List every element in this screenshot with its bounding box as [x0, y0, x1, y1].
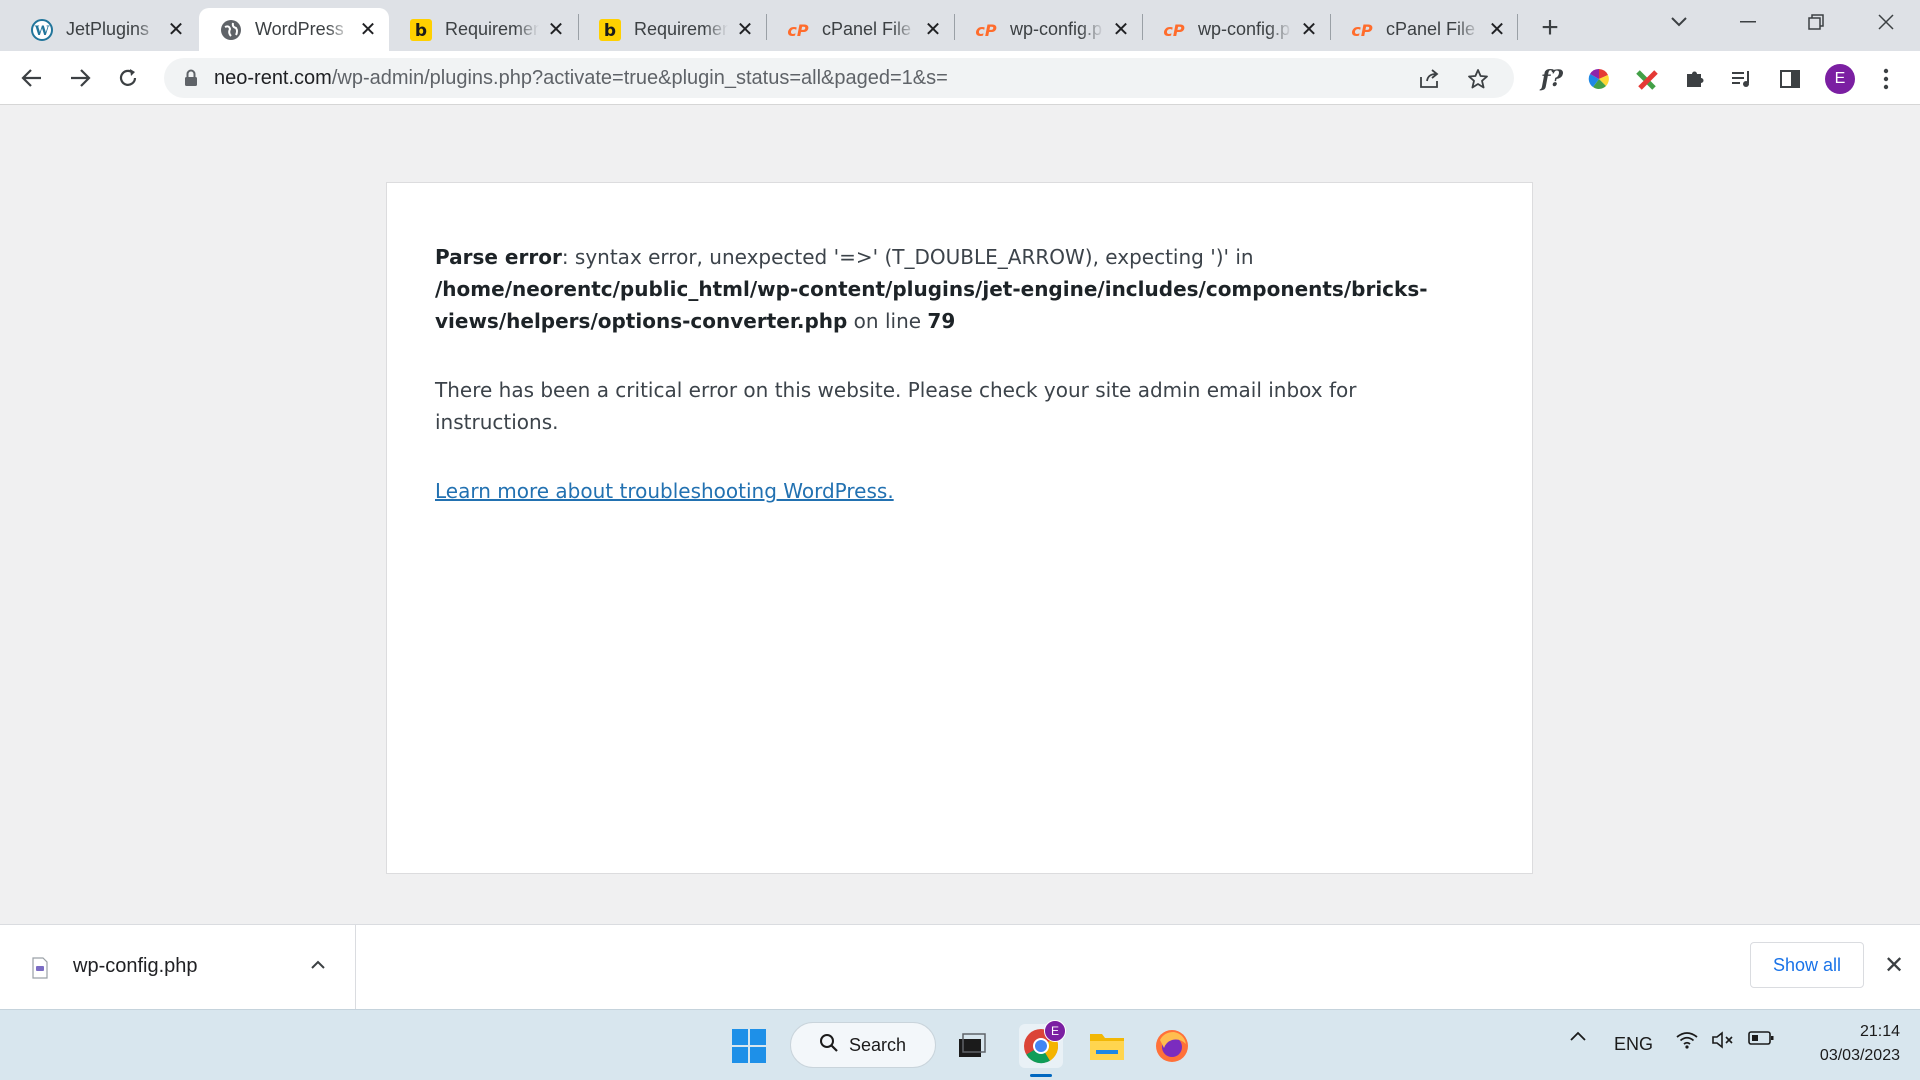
- svg-text:b: b: [415, 21, 427, 41]
- windows-taskbar: Search E ENG 21:14 03/03/2023: [0, 1009, 1920, 1080]
- close-tab-icon[interactable]: ✕: [545, 19, 567, 41]
- tab-cpanel-file-2[interactable]: cP cPanel File ✕: [1330, 8, 1518, 51]
- error-message-box: Parse error: syntax error, unexpected '=…: [386, 182, 1533, 874]
- download-bar: wp-config.php Show all ✕: [0, 924, 1920, 1009]
- tab-title: Requiremen: [634, 19, 728, 39]
- file-explorer-icon[interactable]: [1085, 1024, 1129, 1068]
- close-tab-icon[interactable]: ✕: [1486, 19, 1508, 41]
- critical-error-message: There has been a critical error on this …: [435, 378, 1357, 434]
- tab-search-chevron-icon[interactable]: [1659, 6, 1699, 38]
- close-tab-icon[interactable]: ✕: [922, 19, 944, 41]
- tab-strip: W JetPlugins ✕ WordPress ✕ b Requiremen …: [0, 0, 1920, 51]
- globe-icon: [219, 18, 243, 42]
- clock-date: 03/03/2023: [1819, 1047, 1900, 1064]
- svg-text:cP: cP: [1163, 21, 1184, 40]
- cpanel-icon: cP: [786, 18, 810, 42]
- minimize-window-icon[interactable]: [1728, 6, 1768, 38]
- svg-text:cP: cP: [787, 21, 808, 40]
- browser-toolbar: neo-rent.com/wp-admin/plugins.php?activa…: [0, 51, 1920, 105]
- url-text: neo-rent.com/wp-admin/plugins.php?activa…: [214, 67, 948, 90]
- tab-jetplugins[interactable]: W JetPlugins ✕: [10, 8, 197, 51]
- close-download-bar-icon[interactable]: ✕: [1880, 951, 1908, 979]
- url-host: neo-rent.com: [214, 66, 332, 89]
- task-view-icon[interactable]: [949, 1024, 993, 1068]
- close-tab-icon[interactable]: ✕: [357, 19, 379, 41]
- taskbar-search-button[interactable]: Search: [790, 1022, 936, 1068]
- windows-start-icon[interactable]: [727, 1024, 771, 1068]
- language-indicator[interactable]: ENG: [1614, 1034, 1653, 1055]
- clock-time: 21:14: [1859, 1023, 1900, 1040]
- tab-title: Requiremen: [445, 19, 539, 39]
- close-tab-icon[interactable]: ✕: [1298, 19, 1320, 41]
- media-control-icon[interactable]: [1728, 65, 1756, 93]
- forward-arrow-icon[interactable]: [64, 62, 96, 94]
- error-label: Parse error: [435, 245, 562, 269]
- close-tab-icon[interactable]: ✕: [165, 19, 187, 41]
- tab-wp-config-2[interactable]: cP wp-config.p ✕: [1142, 8, 1330, 51]
- cpanel-icon: cP: [974, 18, 998, 42]
- tab-title: wp-config.p: [1198, 19, 1291, 39]
- page-viewport: Parse error: syntax error, unexpected '=…: [0, 105, 1920, 924]
- new-tab-button[interactable]: +: [1534, 11, 1566, 44]
- learn-more-link[interactable]: Learn more about troubleshooting WordPre…: [435, 479, 894, 503]
- cpanel-icon: cP: [1162, 18, 1186, 42]
- svg-text:cP: cP: [975, 21, 996, 40]
- tab-title: cPanel File: [822, 19, 912, 39]
- search-icon: [819, 1033, 839, 1058]
- tools-extension-icon[interactable]: [1633, 65, 1661, 93]
- tab-separator: [1517, 14, 1518, 40]
- tab-title: cPanel File: [1386, 19, 1476, 39]
- tab-wordpress[interactable]: WordPress ✕: [199, 8, 389, 51]
- extensions-puzzle-icon[interactable]: [1681, 65, 1709, 93]
- svg-text:b: b: [604, 21, 616, 41]
- color-picker-extension-icon[interactable]: [1585, 65, 1613, 93]
- search-label: Search: [849, 1034, 907, 1055]
- b-icon: b: [598, 18, 622, 42]
- tab-wp-config-1[interactable]: cP wp-config.p ✕: [954, 8, 1142, 51]
- wifi-icon[interactable]: [1675, 1030, 1699, 1050]
- firefox-icon[interactable]: [1150, 1024, 1194, 1068]
- font-identifier-extension-icon[interactable]: f?: [1538, 65, 1566, 93]
- tab-requirements-1[interactable]: b Requiremen ✕: [389, 8, 577, 51]
- svg-text:W: W: [34, 24, 50, 39]
- error-message: : syntax error, unexpected '=>' (T_DOUBL…: [561, 245, 1254, 269]
- volume-muted-icon[interactable]: [1711, 1030, 1735, 1050]
- error-line-number: 79: [927, 309, 956, 333]
- b-icon: b: [409, 18, 433, 42]
- back-arrow-icon[interactable]: [16, 62, 48, 94]
- reload-icon[interactable]: [112, 62, 144, 94]
- chevron-up-icon[interactable]: [306, 953, 330, 977]
- menu-kebab-icon[interactable]: [1872, 65, 1900, 93]
- bookmark-star-icon[interactable]: [1467, 68, 1489, 90]
- active-app-indicator: [1030, 1074, 1052, 1077]
- tab-requirements-2[interactable]: b Requiremen ✕: [578, 8, 766, 51]
- php-file-icon: [32, 957, 48, 979]
- download-file-name: wp-config.php: [73, 955, 198, 977]
- chrome-profile-badge: E: [1044, 1020, 1066, 1042]
- close-window-icon[interactable]: [1866, 6, 1906, 38]
- wordpress-icon: W: [30, 18, 54, 42]
- battery-icon[interactable]: [1748, 1030, 1774, 1046]
- tab-title: JetPlugins: [66, 19, 150, 39]
- svg-text:cP: cP: [1351, 21, 1372, 40]
- show-hidden-icons-chevron-icon[interactable]: [1569, 1030, 1587, 1042]
- lock-icon[interactable]: [182, 68, 200, 88]
- url-path: /wp-admin/plugins.php?activate=true&plug…: [331, 66, 948, 89]
- parse-error-paragraph: Parse error: syntax error, unexpected '=…: [435, 241, 1484, 337]
- tab-cpanel-file-1[interactable]: cP cPanel File ✕: [766, 8, 954, 51]
- restore-window-icon[interactable]: [1796, 6, 1836, 38]
- address-bar[interactable]: neo-rent.com/wp-admin/plugins.php?activa…: [164, 58, 1514, 98]
- show-all-downloads-button[interactable]: Show all: [1750, 942, 1864, 988]
- download-item[interactable]: wp-config.php: [0, 925, 356, 1009]
- close-tab-icon[interactable]: ✕: [1110, 19, 1132, 41]
- share-icon[interactable]: [1419, 68, 1441, 90]
- close-tab-icon[interactable]: ✕: [734, 19, 756, 41]
- taskbar-clock[interactable]: 21:14 03/03/2023: [1790, 1020, 1900, 1068]
- on-line-text: on line: [847, 309, 928, 333]
- side-panel-icon[interactable]: [1776, 65, 1804, 93]
- cpanel-icon: cP: [1350, 18, 1374, 42]
- profile-avatar[interactable]: E: [1825, 64, 1855, 94]
- tab-title: WordPress: [255, 19, 344, 39]
- tab-title: wp-config.p: [1010, 19, 1103, 39]
